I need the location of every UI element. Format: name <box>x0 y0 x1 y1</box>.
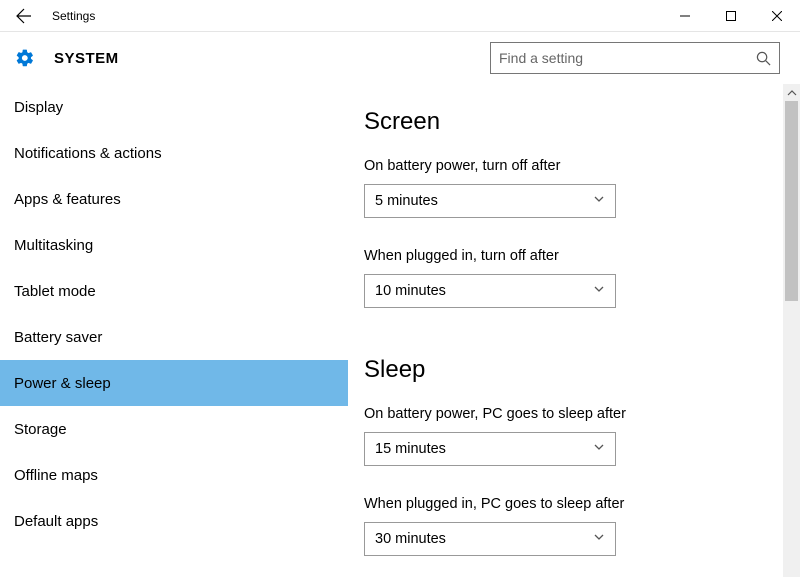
back-button[interactable] <box>0 0 48 32</box>
search-input[interactable] <box>499 50 756 66</box>
screen-plugged-dropdown[interactable]: 10 minutes <box>364 274 616 308</box>
sidebar-item-battery-saver[interactable]: Battery saver <box>0 314 348 360</box>
window-title: Settings <box>48 9 95 23</box>
sleep-plugged-label: When plugged in, PC goes to sleep after <box>364 496 800 512</box>
titlebar: Settings <box>0 0 800 32</box>
dropdown-value: 15 minutes <box>375 441 593 457</box>
sidebar-item-label: Display <box>14 99 63 116</box>
sidebar-item-label: Apps & features <box>14 191 121 208</box>
arrow-left-icon <box>16 8 32 24</box>
chevron-down-icon <box>593 283 605 299</box>
sidebar-item-label: Offline maps <box>14 467 98 484</box>
sidebar-item-power-sleep[interactable]: Power & sleep <box>0 360 348 406</box>
sidebar: Display Notifications & actions Apps & f… <box>0 84 348 577</box>
maximize-icon <box>726 11 736 21</box>
scrollbar-thumb[interactable] <box>785 101 798 301</box>
sidebar-item-notifications[interactable]: Notifications & actions <box>0 130 348 176</box>
scrollbar-track[interactable] <box>783 101 800 577</box>
sidebar-item-multitasking[interactable]: Multitasking <box>0 222 348 268</box>
close-button[interactable] <box>754 0 800 32</box>
close-icon <box>772 11 782 21</box>
sidebar-item-label: Storage <box>14 421 67 438</box>
chevron-down-icon <box>593 441 605 457</box>
sidebar-item-storage[interactable]: Storage <box>0 406 348 452</box>
search-box[interactable] <box>490 42 780 74</box>
section-title-screen: Screen <box>364 108 800 136</box>
sidebar-item-apps-features[interactable]: Apps & features <box>0 176 348 222</box>
scrollbar-up-button[interactable] <box>783 84 800 101</box>
screen-plugged-label: When plugged in, turn off after <box>364 248 800 264</box>
body: Display Notifications & actions Apps & f… <box>0 84 800 577</box>
sidebar-item-label: Multitasking <box>14 237 93 254</box>
sidebar-item-label: Notifications & actions <box>14 145 162 162</box>
maximize-button[interactable] <box>708 0 754 32</box>
content-pane: Screen On battery power, turn off after … <box>348 84 800 577</box>
gear-icon <box>14 47 36 69</box>
sidebar-item-default-apps[interactable]: Default apps <box>0 498 348 544</box>
section-title-sleep: Sleep <box>364 356 800 384</box>
sleep-battery-dropdown[interactable]: 15 minutes <box>364 432 616 466</box>
dropdown-value: 10 minutes <box>375 283 593 299</box>
dropdown-value: 5 minutes <box>375 193 593 209</box>
minimize-icon <box>680 11 690 21</box>
sidebar-item-tablet-mode[interactable]: Tablet mode <box>0 268 348 314</box>
window-controls <box>662 0 800 32</box>
sidebar-item-display[interactable]: Display <box>0 84 348 130</box>
chevron-up-icon <box>787 88 797 98</box>
sleep-plugged-dropdown[interactable]: 30 minutes <box>364 522 616 556</box>
sidebar-item-label: Power & sleep <box>14 375 111 392</box>
sleep-battery-label: On battery power, PC goes to sleep after <box>364 406 800 422</box>
chevron-down-icon <box>593 531 605 547</box>
sidebar-item-label: Default apps <box>14 513 98 530</box>
sidebar-item-offline-maps[interactable]: Offline maps <box>0 452 348 498</box>
chevron-down-icon <box>593 193 605 209</box>
screen-battery-label: On battery power, turn off after <box>364 158 800 174</box>
screen-battery-dropdown[interactable]: 5 minutes <box>364 184 616 218</box>
sidebar-item-label: Tablet mode <box>14 283 96 300</box>
dropdown-value: 30 minutes <box>375 531 593 547</box>
sidebar-item-label: Battery saver <box>14 329 102 346</box>
minimize-button[interactable] <box>662 0 708 32</box>
search-icon <box>756 51 771 66</box>
header: SYSTEM <box>0 32 800 84</box>
page-title: SYSTEM <box>54 50 119 67</box>
